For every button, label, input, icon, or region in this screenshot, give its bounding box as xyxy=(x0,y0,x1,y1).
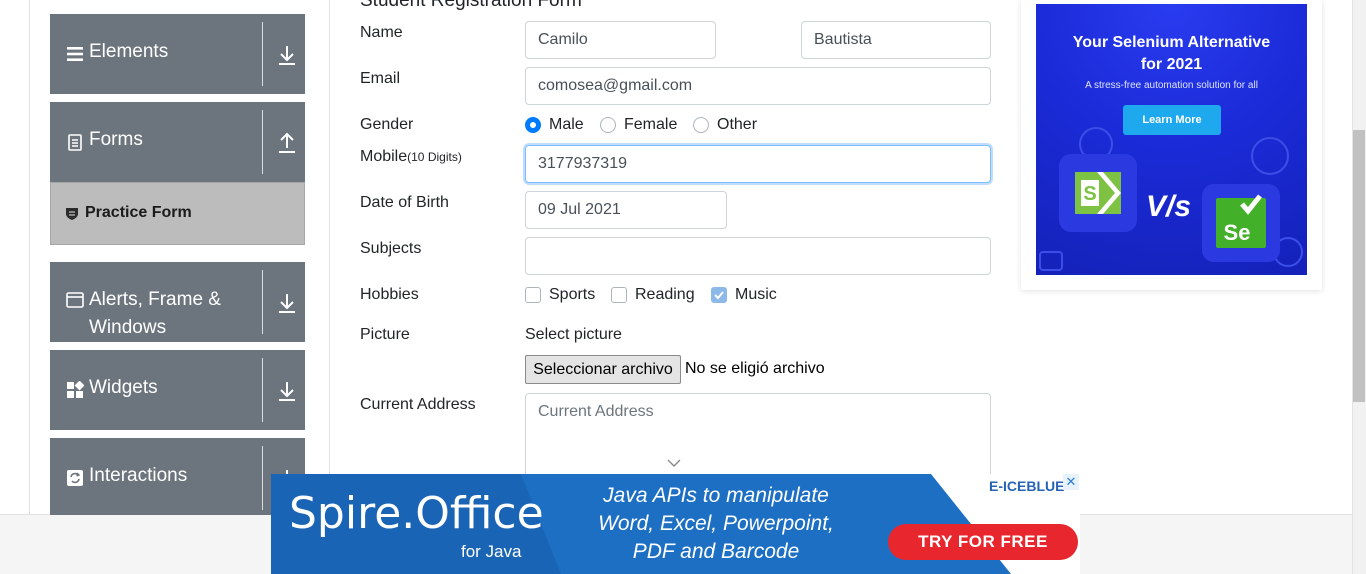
spire-office-ad[interactable]: Spire.Office for Java Java APIs to manip… xyxy=(271,474,1080,574)
gender-option-label[interactable]: Male xyxy=(549,116,584,134)
gender-radio-other[interactable] xyxy=(693,117,709,133)
ad-copy: Java APIs to manipulate Word, Excel, Pow… xyxy=(581,482,851,566)
sidebar-group-label: Widgets xyxy=(89,377,158,398)
group-separator xyxy=(262,446,263,510)
refresh-icon xyxy=(67,470,83,486)
sidebar-group-label: Elements xyxy=(89,41,169,62)
sidebar-group-label: Forms xyxy=(89,129,143,150)
file-status: No se eligió archivo xyxy=(685,360,825,377)
document-icon xyxy=(68,134,82,151)
mobile-label: Mobile(10 Digits) xyxy=(360,148,462,166)
sidebar-group-widgets[interactable]: Widgets xyxy=(50,350,305,430)
ad-brand: Spire.Office xyxy=(289,488,544,539)
email-input[interactable]: comosea@gmail.com xyxy=(525,67,991,105)
subjects-input[interactable] xyxy=(525,237,991,275)
sidebar-item-label: Practice Form xyxy=(85,204,192,221)
gender-option-label[interactable]: Female xyxy=(624,116,677,134)
ad-vendor-logo: E-ICEBLUE xyxy=(989,478,1065,494)
learn-more-button[interactable]: Learn More xyxy=(1123,105,1221,135)
name-label: Name xyxy=(360,24,403,41)
gender-radio-male[interactable] xyxy=(525,117,541,133)
subjects-label: Subjects xyxy=(360,240,422,257)
ad-headline: Your Selenium Alternative for 2021 xyxy=(1036,32,1307,76)
ad-copy-line3: PDF and Barcode xyxy=(632,540,800,563)
ad-subline: A stress-free automation solution for al… xyxy=(1085,80,1258,91)
upload-arrow-icon[interactable] xyxy=(278,132,296,154)
ad-headline-line1: Your Selenium Alternative xyxy=(1072,34,1271,51)
download-arrow-icon[interactable] xyxy=(278,44,296,66)
download-arrow-icon[interactable] xyxy=(278,380,296,402)
hobby-label[interactable]: Reading xyxy=(635,286,695,304)
sidebar-divider xyxy=(329,0,330,515)
download-arrow-icon[interactable] xyxy=(278,292,296,314)
chevron-down-icon[interactable] xyxy=(667,458,681,468)
mobile-label-text: Mobile xyxy=(360,148,408,165)
hobby-label[interactable]: Music xyxy=(735,286,777,304)
group-separator xyxy=(262,22,263,86)
sidebar-group-alerts[interactable]: Alerts, Frame & Windows xyxy=(50,262,305,342)
katalon-logo-icon: S xyxy=(1059,154,1137,232)
picture-label: Picture xyxy=(360,326,410,343)
first-name-input[interactable]: Camilo xyxy=(525,21,716,59)
katalon-logo-letter: S xyxy=(1083,183,1096,205)
try-for-free-button[interactable]: TRY FOR FREE xyxy=(888,524,1078,560)
gender-option-label[interactable]: Other xyxy=(717,116,757,134)
choose-file-button[interactable]: Seleccionar archivo xyxy=(525,355,681,384)
sidebar-group-label-line2: Windows xyxy=(89,317,167,338)
form-title: Student Registration Form xyxy=(360,0,582,11)
ad-copy-line2: Word, Excel, Powerpoint, xyxy=(598,512,834,535)
group-separator xyxy=(262,110,263,174)
sidebar-group-interactions[interactable]: Interactions xyxy=(50,438,305,515)
gender-radio-female[interactable] xyxy=(600,117,616,133)
group-separator xyxy=(262,270,263,334)
ad-brand-sub: for Java xyxy=(461,542,522,561)
left-divider xyxy=(29,0,30,515)
select-picture-label: Select picture xyxy=(525,326,622,343)
address-placeholder: Current Address xyxy=(538,403,654,420)
sidebar-group-label: Alerts, Frame & xyxy=(89,289,221,310)
list-icon xyxy=(67,47,83,61)
current-address-textarea[interactable]: Current Address xyxy=(525,393,991,483)
dob-label: Date of Birth xyxy=(360,194,449,211)
sidebar-item-practice-form[interactable]: Practice Form xyxy=(50,182,305,245)
ad-vs-text: V/s xyxy=(1146,190,1192,223)
sidebar-group-label: Interactions xyxy=(89,465,188,486)
ad-copy-line1: Java APIs to manipulate xyxy=(603,484,829,507)
hobby-label[interactable]: Sports xyxy=(549,286,595,304)
gender-label: Gender xyxy=(360,116,414,133)
address-label: Current Address xyxy=(360,396,476,413)
scrollbar-thumb[interactable] xyxy=(1353,130,1365,402)
dob-input[interactable]: 09 Jul 2021 xyxy=(525,191,727,229)
mobile-input[interactable]: 3177937319 xyxy=(525,145,991,183)
ad-close-icon[interactable]: ✕ xyxy=(1063,474,1079,490)
hobby-checkbox-reading[interactable] xyxy=(611,287,627,303)
hobby-checkbox-music[interactable] xyxy=(711,287,727,303)
grid-icon xyxy=(67,381,84,398)
ad-headline-line2: for 2021 xyxy=(1140,56,1203,73)
selenium-logo-icon: Se xyxy=(1202,184,1280,262)
email-label: Email xyxy=(360,70,401,87)
group-separator xyxy=(262,358,263,422)
last-name-input[interactable]: Bautista xyxy=(801,21,991,59)
sidebar-group-elements[interactable]: Elements xyxy=(50,14,305,94)
selenium-logo-letters: Se xyxy=(1224,220,1251,245)
hobbies-label: Hobbies xyxy=(360,286,419,303)
window-icon xyxy=(66,292,84,308)
hobby-checkbox-sports[interactable] xyxy=(525,287,541,303)
checkmark-icon xyxy=(714,291,724,300)
selenium-alternative-ad[interactable]: Your Selenium Alternative for 2021 A stre… xyxy=(1036,4,1307,275)
mobile-hint: (10 Digits) xyxy=(407,150,462,164)
sidebar-group-forms[interactable]: Forms xyxy=(50,102,305,182)
shield-icon xyxy=(66,208,78,220)
